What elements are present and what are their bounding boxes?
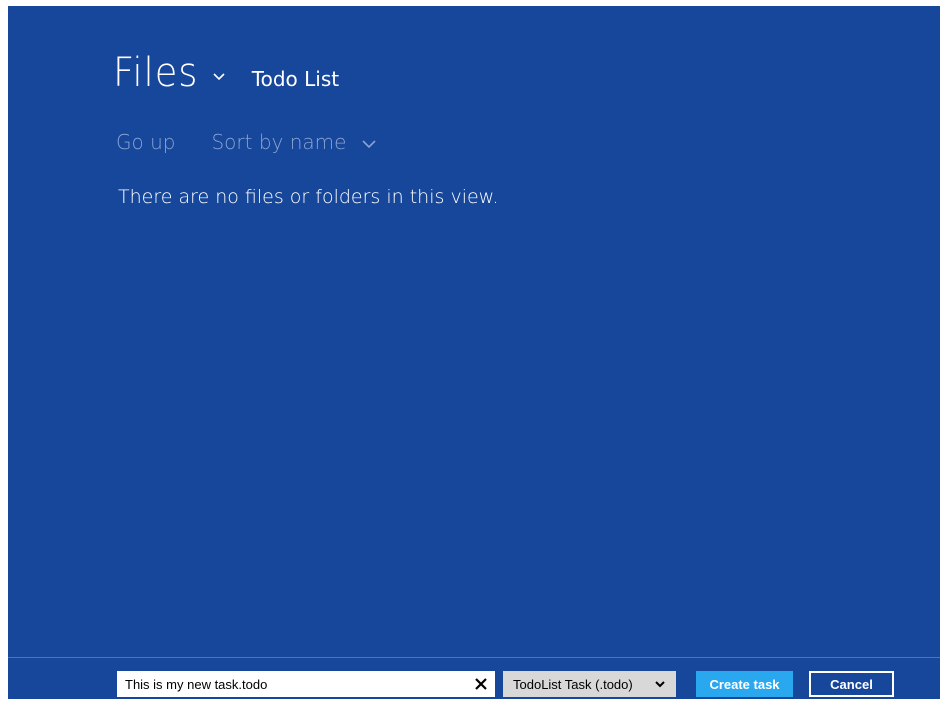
chevron-down-icon xyxy=(362,139,376,148)
save-bar: TodoList Task (.todo) Create task Cancel xyxy=(8,657,940,699)
go-up-button[interactable]: Go up xyxy=(116,130,175,154)
empty-state-message: There are no files or folders in this vi… xyxy=(118,186,499,208)
sort-label: Sort by name xyxy=(211,130,347,154)
picker-header: Files Todo List xyxy=(113,50,339,96)
sort-button[interactable]: Sort by name xyxy=(211,130,376,154)
cancel-button[interactable]: Cancel xyxy=(809,671,894,697)
file-type-select[interactable]: TodoList Task (.todo) xyxy=(503,671,676,697)
file-save-picker: Files Todo List Go up Sort by name There… xyxy=(8,6,940,699)
file-name-input[interactable] xyxy=(117,671,467,697)
command-bar: Go up Sort by name xyxy=(116,130,377,154)
chevron-down-icon xyxy=(655,681,665,688)
file-name-field xyxy=(117,671,495,697)
close-icon[interactable] xyxy=(473,676,489,692)
location-name: Todo List xyxy=(251,67,340,91)
file-type-selected: TodoList Task (.todo) xyxy=(513,676,633,692)
chevron-down-icon[interactable] xyxy=(210,68,228,86)
create-task-button[interactable]: Create task xyxy=(696,671,793,697)
page-title[interactable]: Files xyxy=(113,50,198,96)
